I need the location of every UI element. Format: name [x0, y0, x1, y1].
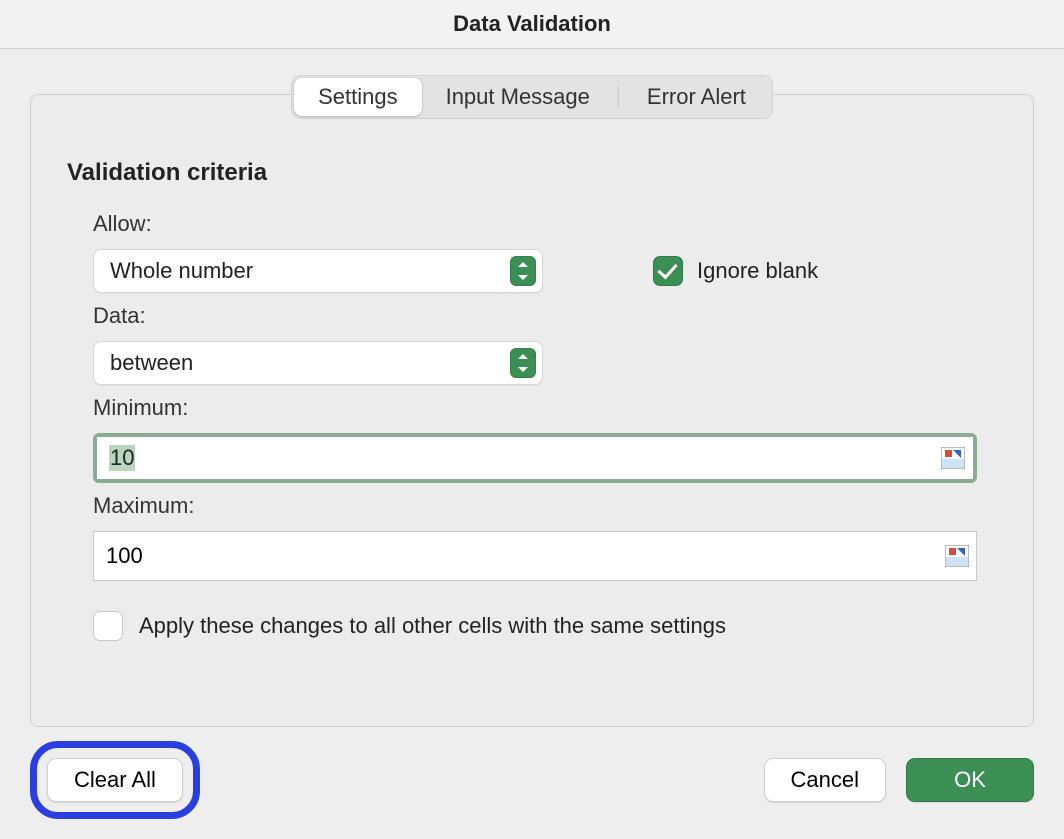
- maximum-label: Maximum:: [93, 493, 1001, 519]
- tab-bar: Settings Input Message Error Alert: [0, 75, 1064, 119]
- updown-chevron-icon: [510, 348, 536, 378]
- maximum-field-wrap: [93, 531, 977, 581]
- data-label: Data:: [93, 303, 1001, 329]
- data-value: between: [110, 350, 193, 376]
- tab-settings[interactable]: Settings: [294, 78, 422, 116]
- cell-reference-icon[interactable]: [945, 545, 969, 567]
- ignore-blank-checkbox[interactable]: Ignore blank: [653, 256, 818, 286]
- minimum-field-wrap: 10: [93, 433, 977, 483]
- allow-value: Whole number: [110, 258, 253, 284]
- cancel-button[interactable]: Cancel: [764, 758, 886, 802]
- updown-chevron-icon: [510, 256, 536, 286]
- tab-group: Settings Input Message Error Alert: [291, 75, 773, 119]
- apply-all-checkbox[interactable]: Apply these changes to all other cells w…: [93, 611, 1001, 641]
- maximum-input[interactable]: [93, 531, 977, 581]
- section-title: Validation criteria: [67, 159, 1001, 187]
- tab-error-alert[interactable]: Error Alert: [623, 78, 770, 116]
- minimum-input[interactable]: [97, 437, 973, 479]
- tab-separator: [618, 86, 619, 108]
- allow-dropdown[interactable]: Whole number: [93, 249, 543, 293]
- checkbox-icon: [93, 611, 123, 641]
- dialog-footer: Clear All Cancel OK: [0, 745, 1064, 815]
- apply-all-label: Apply these changes to all other cells w…: [139, 613, 726, 639]
- cell-reference-icon[interactable]: [941, 447, 965, 469]
- ignore-blank-label: Ignore blank: [697, 258, 818, 284]
- data-dropdown[interactable]: between: [93, 341, 543, 385]
- checkbox-icon: [653, 256, 683, 286]
- settings-panel: Validation criteria Allow: Whole number …: [30, 94, 1034, 727]
- ok-button[interactable]: OK: [906, 758, 1034, 802]
- minimum-label: Minimum:: [93, 395, 1001, 421]
- tab-input-message[interactable]: Input Message: [422, 78, 614, 116]
- dialog-title: Data Validation: [0, 0, 1064, 49]
- allow-label: Allow:: [93, 211, 1001, 237]
- annotation-highlight: Clear All: [30, 741, 200, 819]
- clear-all-button[interactable]: Clear All: [47, 758, 183, 802]
